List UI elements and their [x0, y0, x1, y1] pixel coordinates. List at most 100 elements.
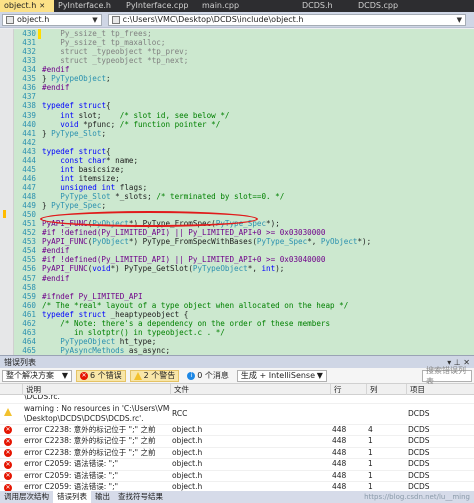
messages-filter-button[interactable]: i0 个消息	[183, 370, 233, 382]
line-number: 465	[22, 345, 36, 355]
cell-line: 448	[332, 424, 347, 434]
tab-label: PyInterface.cpp	[126, 1, 189, 10]
col-file[interactable]: 文件	[170, 384, 330, 395]
col-icon[interactable]	[0, 384, 22, 395]
cell-line: 448	[332, 459, 347, 468]
document-tab-strip: object.h ✕ PyInterface.h PyInterface.cpp …	[0, 0, 474, 12]
bottom-tool-tabs: 调用层次结构 错误列表 输出 查找符号结果 https://blog.csdn.…	[0, 491, 474, 503]
error-row[interactable]: ✕ error C2238: 意外的标记位于 ";" 之前 object.h 448 4…	[0, 424, 474, 436]
tab-output[interactable]: 输出	[91, 491, 114, 503]
cell-project: DCDS	[408, 482, 430, 491]
cell-desc: error C2059: 语法错误: ";"	[24, 459, 119, 468]
code-line[interactable]: } PyType_Slot;	[42, 129, 106, 139]
errors-count: 6 个错误	[90, 371, 122, 380]
cell-line: 448	[332, 436, 347, 445]
chevron-down-icon: ▼	[316, 371, 323, 380]
cell-line: 448	[332, 482, 347, 491]
cell-col: 1	[368, 459, 373, 468]
cell-file: object.h	[172, 459, 203, 468]
build-filter-value: 生成 + IntelliSense	[240, 371, 316, 380]
error-row[interactable]: ✕ error C2059: 语法错误: ";" object.h 448 1 DCDS	[0, 459, 474, 471]
tab-label: object.h	[4, 1, 37, 10]
search-input[interactable]: 搜索错误列表	[422, 366, 472, 386]
error-icon: ✕	[4, 449, 12, 457]
col-desc[interactable]: 说明	[22, 384, 170, 395]
warnings-filter-button[interactable]: 2 个警告	[129, 369, 180, 382]
code-editor[interactable]: 430 431 432 433 434 435 436 437 438 439 440 441 442 4…	[0, 29, 474, 355]
error-icon: ✕	[4, 437, 12, 446]
tab-object-h[interactable]: object.h ✕	[0, 0, 54, 12]
error-icon: ✕	[4, 426, 12, 434]
build-filter-dropdown[interactable]: 生成 + IntelliSense ▼	[236, 369, 327, 382]
error-icon: ✕	[4, 460, 12, 469]
cell-col: 1	[368, 447, 373, 457]
file-icon	[6, 15, 14, 24]
code-line[interactable]: #endif	[42, 274, 69, 284]
file-icon	[111, 15, 120, 24]
path-value: c:\Users\VMC\Desktop\DCDS\include\object…	[122, 15, 304, 24]
error-marker-icon	[3, 210, 6, 218]
col-line[interactable]: 行	[330, 384, 366, 395]
error-row[interactable]: ✕ error C2238: 意外的标记位于 ";" 之前 object.h 448 1…	[0, 436, 474, 448]
cell-file: object.h	[172, 447, 203, 457]
chevron-down-icon: ▼	[61, 371, 68, 380]
error-row[interactable]: warning : No resources in 'C:\Users\VMC …	[0, 404, 474, 425]
warning-icon	[4, 407, 12, 416]
error-icon: ✕	[4, 472, 12, 480]
code-line[interactable]: PyAPI_FUNC(PyObject*) PyType_FromSpecWit…	[42, 237, 371, 247]
error-row[interactable]: ✕ error C2059: 语法错误: ";" object.h 448 1 DCDS	[0, 470, 474, 482]
tab-label: DCDS.cpp	[358, 1, 399, 10]
info-icon: i	[187, 371, 196, 380]
errors-filter-button[interactable]: ✕ 6 个错误	[76, 369, 126, 382]
scope-filter-value: 整个解决方案	[6, 371, 54, 380]
warning-icon	[133, 371, 142, 380]
code-line[interactable]: PyAsyncMethods as_async;	[42, 346, 170, 355]
error-icon: ✕	[80, 371, 88, 380]
cell-desc: error C2238: 意外的标记位于 ";" 之前	[24, 447, 156, 457]
tab-call-hierarchy[interactable]: 调用层次结构	[0, 491, 53, 503]
tab-error-list[interactable]: 错误列表	[53, 491, 91, 503]
cell-desc: error C2059: 语法错误: ";"	[24, 482, 119, 491]
scope-dropdown[interactable]: object.h ▼	[2, 13, 102, 26]
code-line[interactable]: #endif	[42, 83, 69, 93]
cell-project: DCDS	[408, 424, 430, 434]
cell-project: DCDS	[408, 470, 430, 480]
scope-filter-dropdown[interactable]: 整个解决方案 ▼	[2, 369, 72, 382]
error-row[interactable]: ✕ error C2238: 意外的标记位于 ";" 之前 object.h 448 1…	[0, 447, 474, 459]
cell-project: DCDS	[408, 459, 430, 468]
path-dropdown[interactable]: c:\Users\VMC\Desktop\DCDS\include\object…	[107, 13, 466, 26]
error-list-titlebar: 错误列表 ▾ ⊥ ✕	[0, 355, 474, 368]
messages-count: 0 个消息	[197, 371, 229, 380]
cell-col: 1	[368, 470, 373, 480]
cell-project: DCDS	[408, 408, 430, 418]
tab-pyinterface-h[interactable]: PyInterface.h	[54, 0, 122, 12]
code-text[interactable]: Py_ssize_t tp_frees; Py_ssize_t tp_maxal…	[42, 29, 474, 355]
error-list-toolbar: 整个解决方案 ▼ ✕ 6 个错误 2 个警告 i0 个消息 生成 + Intelli…	[0, 366, 474, 386]
tab-pyinterface-cpp[interactable]: PyInterface.cpp	[122, 0, 198, 12]
cell-file: RCC	[172, 408, 188, 418]
tab-dcds-h[interactable]: DCDS.h	[298, 0, 354, 12]
cell-file: object.h	[172, 482, 203, 491]
error-row[interactable]: ✕ error C2059: 语法错误: ";" object.h 448 1 DCDS	[0, 482, 474, 491]
col-project[interactable]: 项目	[406, 384, 474, 395]
code-line[interactable]: PyAPI_FUNC(void*) PyType_GetSlot(PyTypeO…	[42, 264, 284, 274]
cell-project: DCDS	[408, 447, 430, 457]
cell-desc: warning : No resources in 'C:\Users\VMC …	[24, 403, 170, 423]
error-grid-header: 说明 文件 行 列 项目	[0, 384, 474, 395]
error-row[interactable]: \DCDS.rc.	[0, 395, 474, 404]
cell-line: 448	[332, 470, 347, 480]
cell-project: DCDS	[408, 436, 430, 445]
tab-find-symbol-results[interactable]: 查找符号结果	[114, 491, 167, 503]
cell-desc: error C2059: 语法错误: ";"	[24, 470, 119, 480]
tab-main-cpp[interactable]: main.cpp	[198, 0, 298, 12]
glyph-margin	[0, 29, 14, 355]
code-line[interactable]: } PyType_Spec;	[42, 201, 106, 211]
cell-col: 1	[368, 482, 373, 491]
navigation-bar: object.h ▼ c:\Users\VMC\Desktop\DCDS\inc…	[0, 12, 474, 28]
change-indicator	[38, 29, 41, 39]
col-col[interactable]: 列	[366, 384, 406, 395]
close-icon[interactable]: ✕	[39, 2, 45, 10]
cell-desc: \DCDS.rc.	[24, 395, 60, 401]
highlight-ellipse	[40, 211, 258, 227]
tab-dcds-cpp[interactable]: DCDS.cpp	[354, 0, 474, 12]
